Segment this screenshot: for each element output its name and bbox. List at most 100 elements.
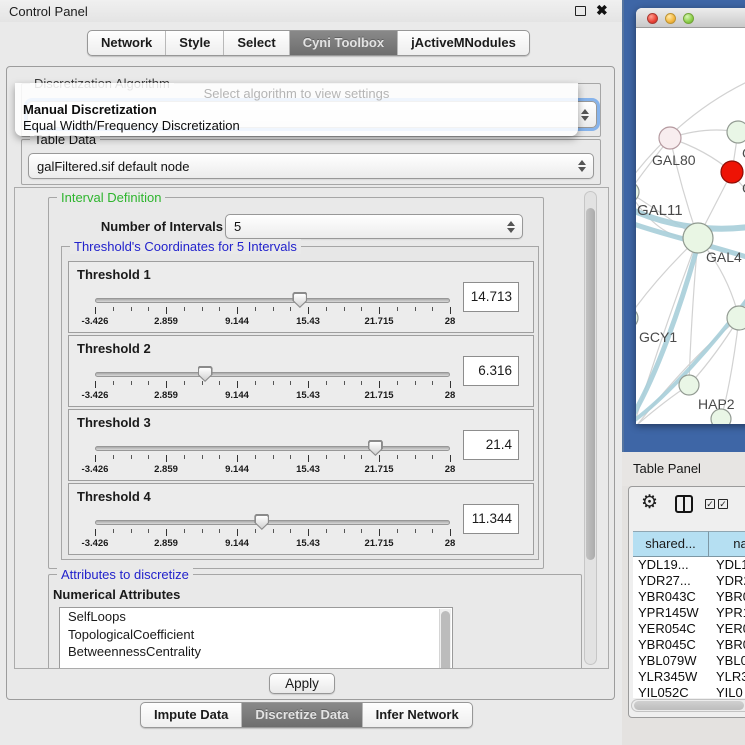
network-desktop-frame: GAL80 GA C GAL11 GAL4 GCY1 H HAP2 xyxy=(622,0,745,452)
cell-name: YBR0 xyxy=(709,637,745,653)
bottom-tab[interactable]: Impute Data xyxy=(141,703,242,727)
tick-mark xyxy=(361,381,362,385)
table-row[interactable]: YDL19... YDL1 xyxy=(633,557,745,573)
network-window-titlebar[interactable] xyxy=(636,8,745,28)
threshold-value-field[interactable]: 21.4 xyxy=(463,430,519,460)
tick-label: 21.715 xyxy=(364,538,393,549)
top-tab[interactable]: Style xyxy=(166,31,224,55)
threshold-value-field[interactable]: 6.316 xyxy=(463,356,519,386)
slider-track[interactable] xyxy=(95,298,450,303)
algorithm-dropdown-popup: Select algorithm to view settings Manual… xyxy=(15,83,578,136)
close-icon[interactable]: ✖ xyxy=(596,2,608,19)
apply-button[interactable]: Apply xyxy=(269,673,335,694)
network-canvas[interactable]: GAL80 GA C GAL11 GAL4 GCY1 H HAP2 xyxy=(636,28,745,424)
tick-mark xyxy=(308,381,309,388)
tick-mark xyxy=(290,381,291,385)
tick-mark xyxy=(131,529,132,533)
table-row[interactable]: YER054C YER0 xyxy=(633,621,745,637)
slider-track[interactable] xyxy=(95,446,450,451)
table-row[interactable]: YIL052C YIL0 xyxy=(633,685,745,698)
tick-label: 9.144 xyxy=(225,316,249,327)
cell-shared-name: YBR045C xyxy=(633,637,709,653)
table-row[interactable]: YBR043C YBR0 xyxy=(633,589,745,605)
tick-mark xyxy=(379,529,380,536)
threshold-value-field[interactable]: 11.344 xyxy=(463,504,519,534)
control-panel-title: Control Panel xyxy=(9,4,88,19)
slider-thumb[interactable] xyxy=(368,440,383,456)
table-panel-titlebar: Table Panel xyxy=(622,452,745,486)
threshold-panel: Threshold 2 -3.4262.8599.14415.4321.7152… xyxy=(68,335,534,407)
table-row[interactable]: YBL079W YBL0 xyxy=(633,653,745,669)
table-scrollbar-thumb[interactable] xyxy=(634,701,744,710)
table-header-shared-name[interactable]: shared... xyxy=(633,531,709,557)
gear-icon[interactable]: ⚙ xyxy=(641,491,658,514)
slider-track[interactable] xyxy=(95,520,450,525)
minimize-traffic-light[interactable] xyxy=(665,13,676,24)
threshold-slider[interactable]: -3.4262.8599.14415.4321.71528 xyxy=(95,440,450,478)
zoom-traffic-light[interactable] xyxy=(683,13,694,24)
threshold-label: Threshold 2 xyxy=(77,341,151,356)
table-row[interactable]: YBR045C YBR0 xyxy=(633,637,745,653)
algorithm-option-manual[interactable]: Manual Discretization xyxy=(15,101,578,117)
checkbox-icon[interactable]: ✓ xyxy=(718,499,728,509)
tick-label: 15.43 xyxy=(296,390,320,401)
cell-shared-name: YPR145W xyxy=(633,605,709,621)
settings-scrollbar-thumb[interactable] xyxy=(586,208,595,560)
top-tab-label: Style xyxy=(179,35,210,50)
threshold-slider[interactable]: -3.4262.8599.14415.4321.71528 xyxy=(95,514,450,552)
tick-label: 28 xyxy=(445,390,456,401)
tick-mark xyxy=(184,455,185,459)
slider-thumb[interactable] xyxy=(254,514,269,530)
tick-label: 2.859 xyxy=(154,390,178,401)
top-tab-label: Select xyxy=(237,35,275,50)
top-tab[interactable]: Network xyxy=(88,31,166,55)
bottom-tab[interactable]: Discretize Data xyxy=(242,703,362,727)
tick-mark xyxy=(432,529,433,533)
table-header-name[interactable]: na xyxy=(709,531,745,557)
table-data-combobox[interactable]: galFiltered.sif default node xyxy=(28,153,594,179)
cell-shared-name: YDL19... xyxy=(633,557,709,573)
close-traffic-light[interactable] xyxy=(647,13,658,24)
node-h xyxy=(727,306,745,330)
table-row[interactable]: YLR345W YLR3 xyxy=(633,669,745,685)
float-window-icon[interactable] xyxy=(575,6,586,16)
tick-mark xyxy=(379,307,380,314)
node-label-gal4: GAL4 xyxy=(706,249,742,265)
threshold-slider[interactable]: -3.4262.8599.14415.4321.71528 xyxy=(95,292,450,330)
top-tab[interactable]: Cyni Toolbox xyxy=(290,31,398,55)
table-header-row: shared... na xyxy=(633,531,745,557)
attribute-list-item[interactable]: TopologicalCoefficient xyxy=(60,626,452,644)
combo-arrows-icon xyxy=(581,109,589,121)
threshold-value-field[interactable]: 14.713 xyxy=(463,282,519,312)
tick-mark xyxy=(148,529,149,533)
table-row[interactable]: YPR145W YPR1 xyxy=(633,605,745,621)
cell-shared-name: YDR27... xyxy=(633,573,709,589)
list-scrollbar-thumb[interactable] xyxy=(441,611,450,669)
tick-mark xyxy=(273,381,274,385)
tick-mark xyxy=(379,455,380,462)
tick-mark xyxy=(184,307,185,311)
slider-track[interactable] xyxy=(95,372,450,377)
tick-mark xyxy=(202,307,203,311)
tick-mark xyxy=(184,529,185,533)
attribute-list-item[interactable]: BetweennessCentrality xyxy=(60,643,452,661)
slider-thumb[interactable] xyxy=(198,366,213,382)
settings-scroll-pane: Interval Definition Number of Intervals … xyxy=(14,187,609,669)
bottom-tab[interactable]: Infer Network xyxy=(363,703,472,727)
top-tab[interactable]: Select xyxy=(224,31,289,55)
tick-mark xyxy=(166,381,167,388)
columns-icon[interactable] xyxy=(675,495,693,513)
tick-mark xyxy=(397,529,398,533)
table-row[interactable]: YDR27... YDR2 xyxy=(633,573,745,589)
threshold-slider[interactable]: -3.4262.8599.14415.4321.71528 xyxy=(95,366,450,404)
tick-label: 9.144 xyxy=(225,464,249,475)
slider-thumb[interactable] xyxy=(292,292,307,308)
top-tab[interactable]: jActiveMNodules xyxy=(398,31,529,55)
node-ga xyxy=(727,121,745,143)
algorithm-option-equal-width[interactable]: Equal Width/Frequency Discretization xyxy=(15,117,578,133)
combo-arrows-icon xyxy=(578,160,586,172)
checkbox-icon[interactable]: ✓ xyxy=(705,499,715,509)
tick-mark xyxy=(131,307,132,311)
number-of-intervals-combobox[interactable]: 5 xyxy=(225,214,523,239)
attribute-list-item[interactable]: SelfLoops xyxy=(60,608,452,626)
